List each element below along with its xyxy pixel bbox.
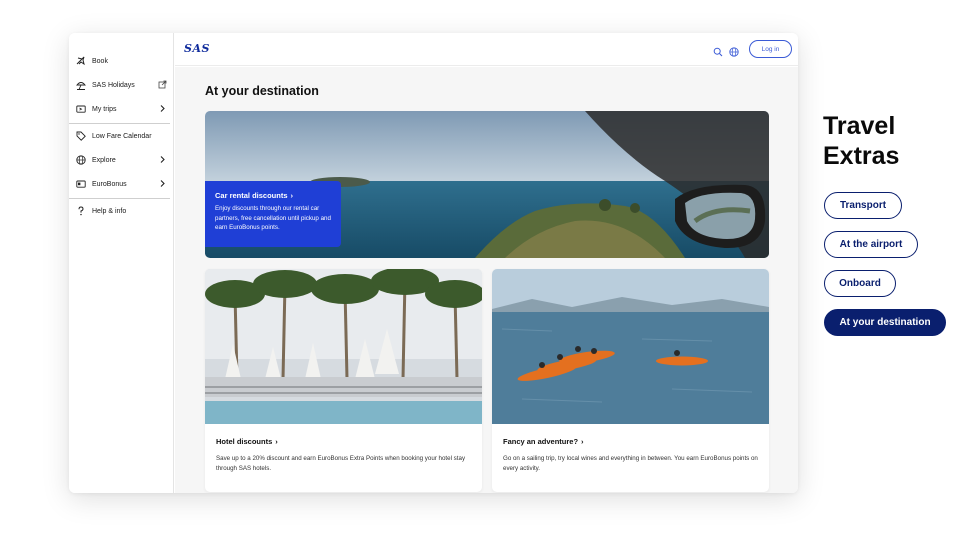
sidebar-item-help-info[interactable]: Help & info — [69, 199, 174, 223]
sidebar-item-low-fare-calendar[interactable]: Low Fare Calendar — [69, 124, 174, 148]
sidebar-item-label: Help & info — [92, 207, 127, 215]
chevron-right-icon: › — [581, 437, 584, 446]
browser-window: Book SAS Holidays My trips Low Fare Cale… — [69, 33, 798, 493]
login-button[interactable]: Log in — [749, 40, 792, 58]
hero-title: Car rental discounts › — [215, 191, 294, 200]
pill-onboard[interactable]: Onboard — [824, 270, 896, 297]
chevron-right-icon — [158, 104, 167, 113]
sidebar-item-label: SAS Holidays — [92, 81, 135, 89]
question-icon — [76, 206, 86, 216]
ticket-icon — [76, 104, 86, 114]
card-fancy-adventure[interactable]: Fancy an adventure? › Go on a sailing tri… — [492, 269, 769, 492]
sidebar-item-label: Book — [92, 57, 108, 65]
pill-transport[interactable]: Transport — [824, 192, 902, 219]
kayak-image — [492, 269, 769, 424]
pill-at-the-airport[interactable]: At the airport — [824, 231, 918, 258]
chevron-right-icon — [158, 179, 167, 188]
hotel-pool-image — [205, 269, 482, 424]
top-bar: SAS Log in — [175, 33, 798, 66]
card-description: Go on a sailing trip, try local wines an… — [503, 455, 758, 472]
hero-callout[interactable]: Car rental discounts › Enjoy discounts th… — [205, 181, 341, 247]
card-icon — [76, 179, 86, 189]
external-link-icon — [158, 80, 167, 89]
beach-umbrella-icon — [76, 80, 86, 90]
sidebar-item-explore[interactable]: Explore — [69, 148, 174, 172]
sidebar: Book SAS Holidays My trips Low Fare Cale… — [69, 33, 174, 493]
globe-icon — [76, 155, 86, 165]
pill-at-your-destination[interactable]: At your destination — [824, 309, 946, 336]
hero-description: Enjoy discounts through our rental car p… — [215, 205, 331, 231]
sidebar-item-label: My trips — [92, 105, 117, 113]
chevron-right-icon: › — [275, 437, 278, 446]
search-icon[interactable] — [713, 44, 723, 57]
sidebar-item-my-trips[interactable]: My trips — [69, 97, 174, 121]
card-hotel-discounts[interactable]: Hotel discounts › Save up to a 20% discou… — [205, 269, 482, 492]
chevron-right-icon: › — [290, 191, 294, 200]
sidebar-item-sas-holidays[interactable]: SAS Holidays — [69, 73, 174, 97]
sidebar-item-label: Explore — [92, 156, 116, 164]
card-title: Fancy an adventure? › — [503, 437, 584, 446]
page-title: At your destination — [205, 84, 319, 98]
sidebar-item-label: Low Fare Calendar — [92, 132, 152, 140]
hero-car-rental[interactable]: Car rental discounts › Enjoy discounts th… — [205, 111, 769, 258]
card-description: Save up to a 20% discount and earn EuroB… — [216, 455, 466, 472]
sidebar-item-eurobonus[interactable]: EuroBonus — [69, 172, 174, 196]
globe-icon[interactable] — [729, 44, 739, 57]
card-title: Hotel discounts › — [216, 437, 278, 446]
chevron-right-icon — [158, 155, 167, 164]
sas-logo[interactable]: SAS — [184, 42, 210, 55]
plane-icon — [76, 56, 86, 66]
sidebar-item-label: EuroBonus — [92, 180, 127, 188]
main-content: At your destination Car rental discounts… — [175, 67, 798, 493]
sidebar-item-book[interactable]: Book — [69, 49, 174, 73]
tag-icon — [76, 131, 86, 141]
panel-title: Travel Extras — [823, 112, 900, 170]
